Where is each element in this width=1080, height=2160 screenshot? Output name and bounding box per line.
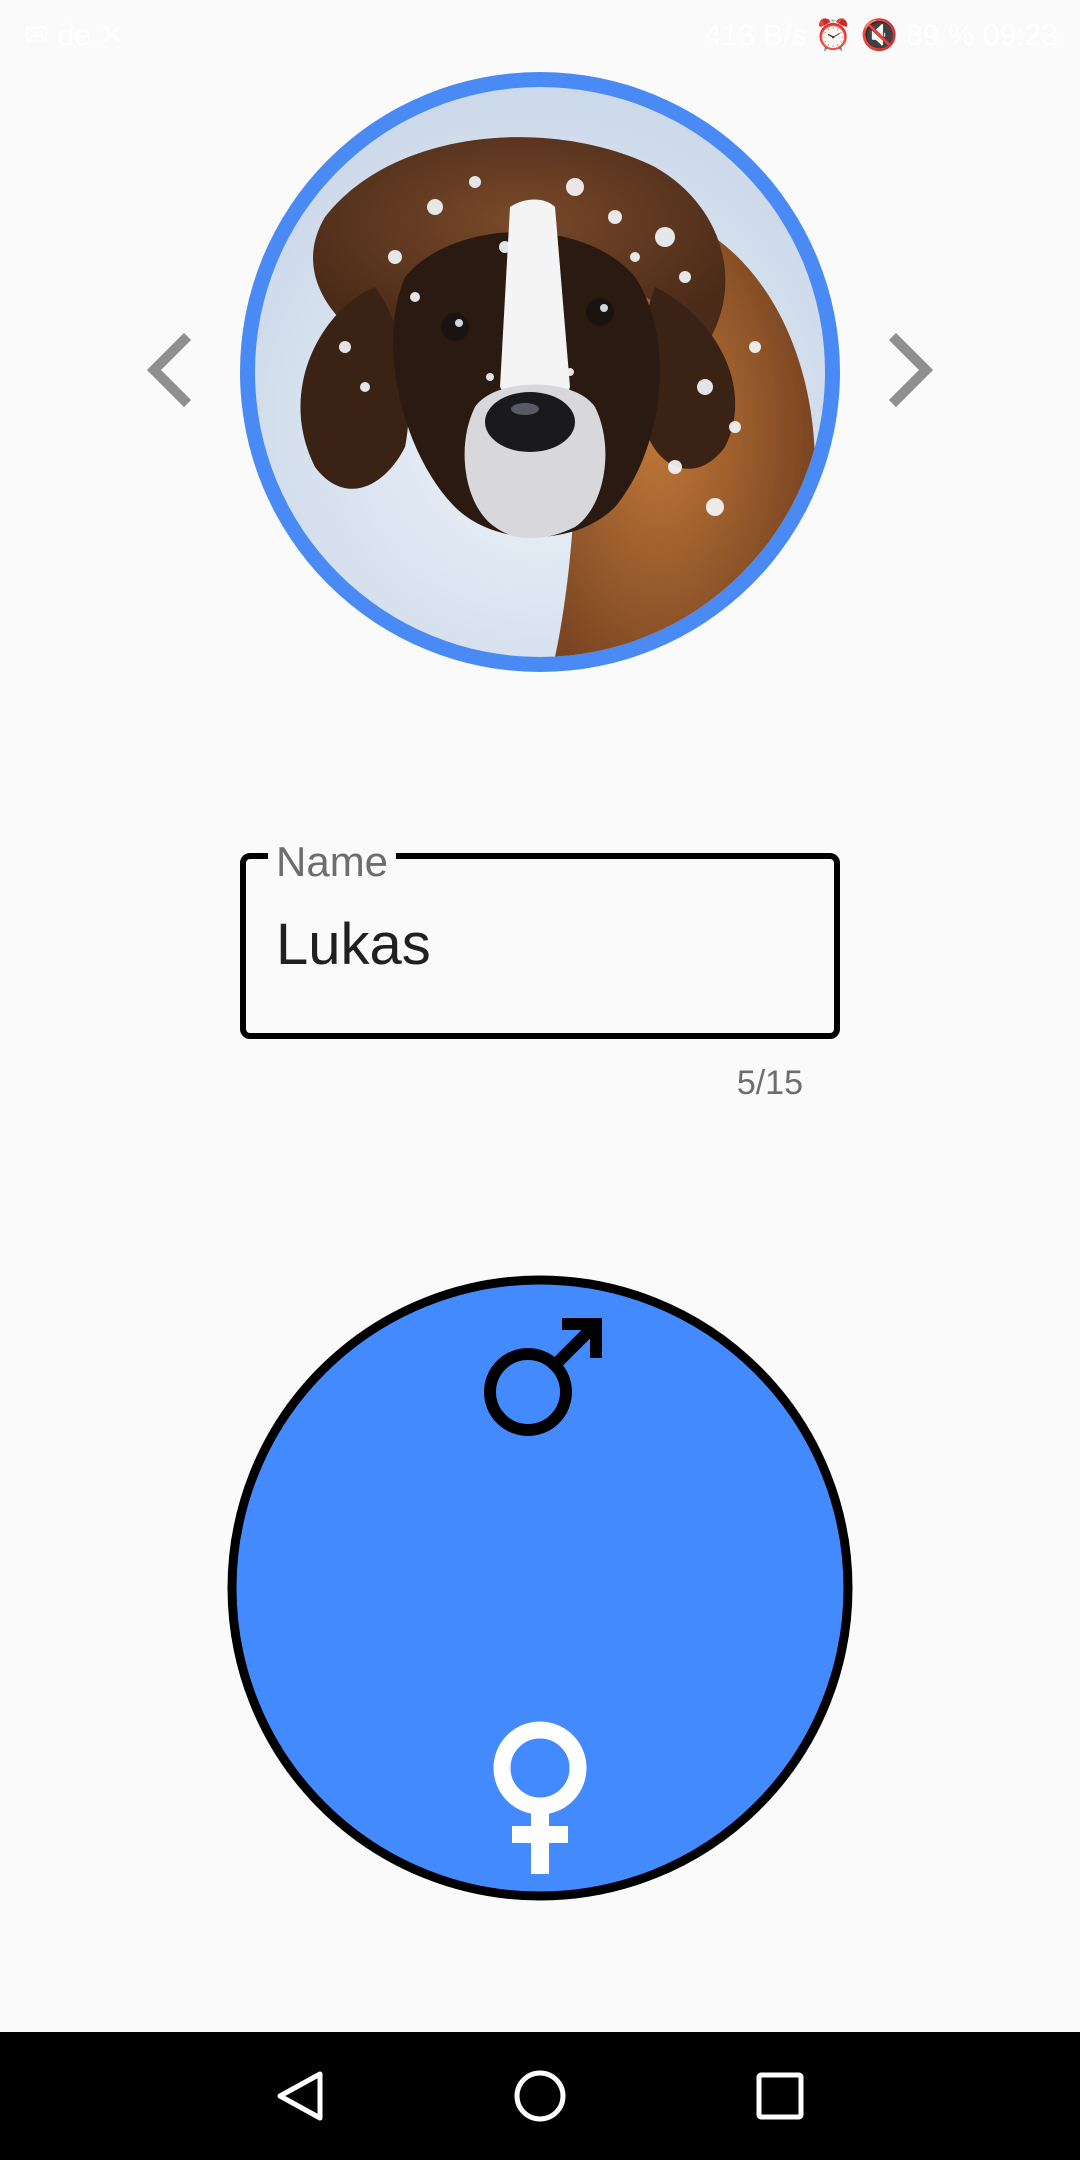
gender-dial-graphic	[227, 1275, 853, 1901]
gender-selector-dial[interactable]	[226, 1274, 854, 1902]
name-input[interactable]	[276, 900, 796, 990]
next-photo-button[interactable]	[880, 330, 940, 410]
chevron-left-icon	[146, 332, 192, 408]
previous-photo-button[interactable]	[140, 330, 200, 410]
system-navigation-bar	[0, 2032, 1080, 2160]
circle-home-icon	[514, 2070, 566, 2122]
chevron-right-icon	[888, 332, 934, 408]
profile-photo[interactable]	[255, 87, 825, 657]
recents-button[interactable]	[736, 2052, 824, 2140]
character-counter: 5/15	[736, 1064, 803, 1102]
back-button[interactable]	[256, 2052, 344, 2140]
name-field-label: Name	[268, 832, 397, 892]
dog-photo-illustration	[255, 87, 825, 657]
status-left: ✉ de ✕	[24, 19, 125, 52]
status-right: 413 B/s ⏰ 🔇 89 % 09:23	[704, 19, 1058, 52]
home-button[interactable]	[496, 2052, 584, 2140]
status-bar: ✉ de ✕ 413 B/s ⏰ 🔇 89 % 09:23	[0, 0, 1080, 72]
triangle-back-icon	[277, 2071, 323, 2121]
square-recents-icon	[756, 2072, 804, 2120]
